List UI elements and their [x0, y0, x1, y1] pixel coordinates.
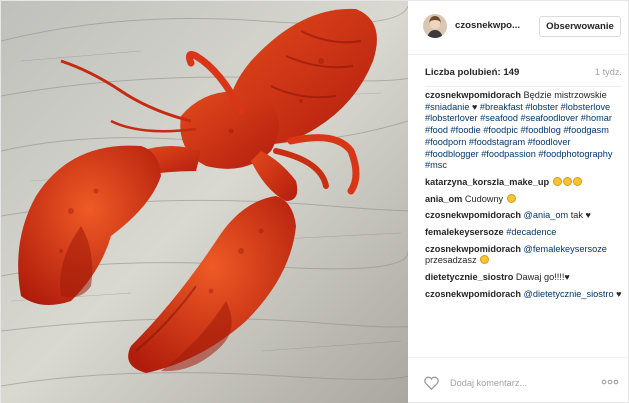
comment-item: czosnekwpomidorach @dietetycznie_siostro… — [425, 289, 622, 301]
caption-username[interactable]: czosnekwpomidorach — [425, 90, 521, 100]
black-heart-emoji-icon: ♥ — [472, 101, 478, 112]
comment-username[interactable]: femalekeysersoze — [425, 227, 504, 237]
comment-item: femalekeysersoze #decadence — [425, 227, 622, 239]
instagram-post: czosnekwpo... Obserwowanie Liczba polubi… — [0, 0, 629, 403]
comment-hashtag[interactable]: #decadence — [506, 227, 556, 237]
comment-text: Cudowny — [464, 193, 504, 204]
comment-item: ania_om Cudowny — [425, 193, 622, 206]
comment-username[interactable]: czosnekwpomidorach — [425, 210, 521, 220]
post-timestamp[interactable]: 1 tydz. — [595, 67, 622, 77]
comments-list: czosnekwpomidorach Będzie mistrzowskie #… — [425, 90, 622, 301]
heart-outline-icon[interactable] — [424, 376, 439, 390]
comment-item: czosnekwpomidorach @ania_om tak ♥ — [425, 210, 622, 222]
comment-username[interactable]: dietetycznie_siostro — [425, 272, 513, 282]
likes-count[interactable]: Liczba polubień: 149 — [425, 67, 519, 78]
post-author-username[interactable]: czosnekwpo... — [455, 20, 520, 31]
comment-text: Dawaj go!!!! — [515, 272, 565, 283]
comment-mention[interactable]: @ania_om — [524, 210, 569, 220]
black-heart-emoji-icon: ♥ — [616, 288, 622, 299]
caption: czosnekwpomidorach Będzie mistrzowskie #… — [425, 90, 622, 172]
caption-hashtag[interactable]: #sniadanie — [425, 102, 469, 112]
avatar-image — [423, 14, 447, 38]
post-header: czosnekwpo... Obserwowanie — [408, 1, 629, 55]
comment-item: katarzyna_korszla_make_up — [425, 176, 622, 189]
black-heart-emoji-icon: ♥ — [585, 210, 591, 221]
comment-username[interactable]: katarzyna_korszla_make_up — [425, 177, 549, 187]
comment-item: czosnekwpomidorach @femalekeysersoze prz… — [425, 244, 622, 267]
comment-text: tak — [570, 210, 583, 221]
grinning-emoji-icon — [480, 255, 490, 265]
comment-text: przesadzasz — [425, 255, 477, 266]
heart-eyes-emoji-icon — [572, 176, 582, 186]
caption-text: Będzie mistrzowskie — [523, 90, 607, 100]
divider — [425, 86, 622, 87]
following-button[interactable]: Obserwowanie — [539, 16, 621, 37]
comment-username[interactable]: ania_om — [425, 194, 462, 204]
comment-username[interactable]: czosnekwpomidorach — [425, 244, 521, 254]
comment-username[interactable]: czosnekwpomidorach — [425, 289, 521, 299]
heart-eyes-emoji-icon — [552, 176, 562, 186]
post-meta: Liczba polubień: 149 1 tydz. — [425, 67, 622, 81]
comment-mention[interactable]: @femalekeysersoze — [524, 244, 607, 254]
heart-eyes-emoji-icon — [506, 193, 516, 203]
comment-item: dietetycznie_siostro Dawaj go!!!!♥ — [425, 272, 622, 284]
heart-eyes-emoji-icon — [562, 176, 572, 186]
avatar[interactable] — [423, 14, 447, 38]
more-options-icon[interactable] — [601, 379, 619, 385]
comment-mention[interactable]: @dietetycznie_siostro — [524, 289, 614, 299]
lobster-image — [1, 1, 408, 403]
comment-bar — [408, 357, 629, 403]
post-photo[interactable] — [1, 1, 408, 403]
add-comment-input[interactable] — [450, 375, 582, 391]
post-sidebar: czosnekwpo... Obserwowanie Liczba polubi… — [408, 1, 629, 403]
black-heart-emoji-icon: ♥ — [564, 272, 570, 283]
